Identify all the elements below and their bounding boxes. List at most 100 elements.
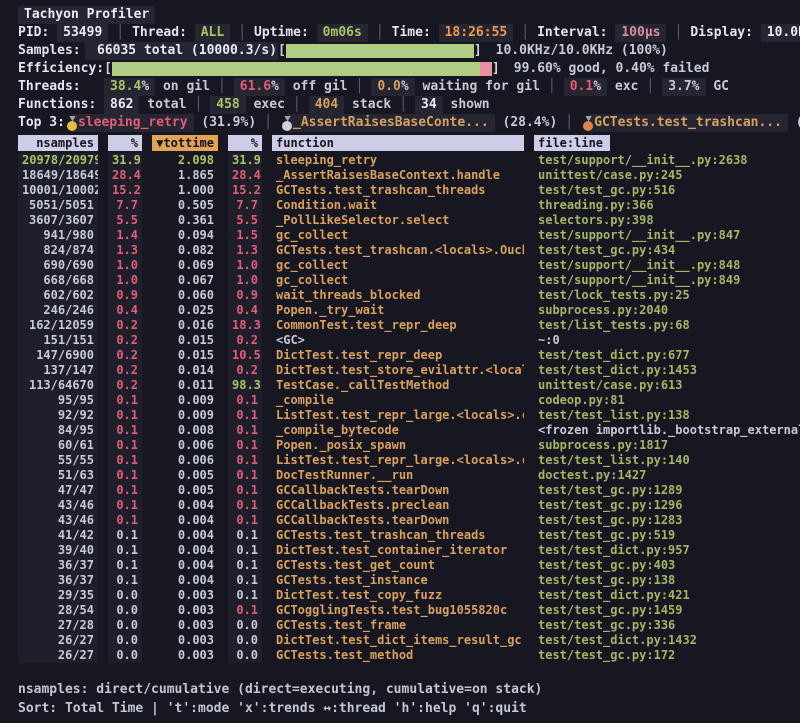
file-line-cell: subprocess.py:2040 — [534, 303, 800, 318]
tottime-cell: 0.003 — [152, 603, 218, 618]
display-value: 10.0Hz — [761, 24, 800, 42]
file-line-cell: unittest/case.py:245 — [534, 168, 800, 183]
divider: │ — [194, 96, 202, 114]
function-cell: Popen._try_wait — [272, 303, 524, 318]
pid-label: PID: — [18, 24, 49, 42]
cumulative-percent-cell: 1.0 — [228, 273, 262, 288]
file-line-cell: test/support/__init__.py:847 — [534, 228, 800, 243]
cumulative-percent-cell: 1.0 — [228, 258, 262, 273]
divider: │ — [548, 78, 556, 96]
file-line-cell: test/test_gc.py:1296 — [534, 498, 800, 513]
functions-exec-text: exec — [246, 96, 285, 114]
nsamples-cell: 113/64670 — [18, 378, 98, 393]
display-label: Display: — [690, 24, 753, 42]
nsamples-cell: 162/12059 — [18, 318, 98, 333]
nsamples-cell: 602/602 — [18, 288, 98, 303]
file-line-cell: codeop.py:81 — [534, 393, 800, 408]
nsamples-cell: 55/55 — [18, 453, 98, 468]
direct-percent-cell: 0.1 — [108, 453, 142, 468]
direct-percent-cell: 0.1 — [108, 438, 142, 453]
nsamples-cell: 5051/5051 — [18, 198, 98, 213]
off-gil-text: off gil — [285, 78, 348, 96]
table-row: 941/980 1.4 0.094 1.5 gc_collect test/su… — [18, 228, 800, 243]
tottime-cell: 0.004 — [152, 543, 218, 558]
tachyon-profiler-terminal[interactable]: Tachyon Profiler PID: 53499 │ Thread: AL… — [0, 0, 800, 723]
samples-value: 66035 total (10000.3/s) — [85, 42, 278, 60]
cumulative-percent-cell: 0.1 — [228, 603, 262, 618]
file-line-cell: test/support/__init__.py:848 — [534, 258, 800, 273]
exc-text: exc — [607, 78, 638, 96]
cumulative-percent-cell: 0.1 — [228, 468, 262, 483]
function-cell: TestCase._callTestMethod — [272, 378, 524, 393]
nsamples-cell: 246/246 — [18, 303, 98, 318]
function-cell: _compile_bytecode — [272, 423, 524, 438]
table-row: 602/602 0.9 0.060 0.9 wait_threads_block… — [18, 288, 800, 303]
function-cell: GCTogglingTests.test_bug1055820c — [272, 603, 524, 618]
table-row: 51/63 0.1 0.005 0.1 DocTestRunner.__run … — [18, 468, 800, 483]
direct-percent-cell: 0.0 — [108, 588, 142, 603]
table-row: 29/35 0.0 0.003 0.1 DictTest.test_copy_f… — [18, 588, 800, 603]
gc-text: GC — [706, 78, 729, 96]
cumulative-percent-cell: 0.9 — [228, 288, 262, 303]
functions-line: Functions: 862 total │ 458 exec │ 404 st… — [18, 96, 800, 114]
nsamples-cell: 147/6900 — [18, 348, 98, 363]
direct-percent-cell: 0.1 — [108, 513, 142, 528]
direct-percent-cell: 0.2 — [108, 378, 142, 393]
tottime-cell: 0.004 — [152, 528, 218, 543]
functions-exec-value: 458 — [210, 96, 245, 114]
functions-stack-text: stack — [344, 96, 391, 114]
divider: │ — [674, 24, 682, 42]
threads-line: Threads: 38.4% on gil │ 61.6% off gil │ … — [18, 78, 800, 96]
nsamples-cell: 47/47 — [18, 483, 98, 498]
file-line-cell: threading.py:366 — [534, 198, 800, 213]
direct-percent-cell: 0.1 — [108, 393, 142, 408]
tottime-cell: 0.005 — [152, 468, 218, 483]
tottime-cell: 0.025 — [152, 303, 218, 318]
function-cell: GCTests.test_get_count — [272, 558, 524, 573]
function-cell: GCTests.test_trashcan_threads — [272, 183, 524, 198]
tottime-cell: 0.006 — [152, 438, 218, 453]
efficiency-bar-open-bracket: [ — [104, 60, 112, 78]
file-line-cell: test/support/__init__.py:849 — [534, 273, 800, 288]
top1-function: sleeping_retry — [72, 114, 194, 132]
function-cell: ListTest.test_repr_large.<locals>.check — [272, 453, 524, 468]
function-cell: GCCallbackTests.tearDown — [272, 483, 524, 498]
table-row: 151/151 0.2 0.015 0.2 <GC> ~:0 — [18, 333, 800, 348]
cumulative-percent-cell: 0.4 — [228, 303, 262, 318]
tottime-cell: 0.006 — [152, 453, 218, 468]
table-row: 690/690 1.0 0.069 1.0 gc_collect test/su… — [18, 258, 800, 273]
table-row: 36/37 0.1 0.004 0.1 GCTests.test_instanc… — [18, 573, 800, 588]
direct-percent-cell: 1.0 — [108, 258, 142, 273]
table-header: nsamples % ▼tottime % function file:line — [18, 134, 800, 152]
direct-percent-cell: 0.1 — [108, 498, 142, 513]
thread-value: ALL — [195, 24, 230, 42]
top1-percent: (31.9%) — [201, 114, 256, 132]
column-header-nsamples: nsamples — [18, 135, 98, 151]
table-row: 95/95 0.1 0.009 0.1 _compile codeop.py:8… — [18, 393, 800, 408]
direct-percent-cell: 0.1 — [108, 543, 142, 558]
divider: │ — [399, 96, 407, 114]
cumulative-percent-cell: 0.1 — [228, 408, 262, 423]
functions-shown-text: shown — [443, 96, 490, 114]
samples-rate-bar — [286, 44, 474, 58]
interval-label: Interval: — [537, 24, 607, 42]
cumulative-percent-cell: 0.1 — [228, 513, 262, 528]
interval-value: 100µs — [615, 24, 666, 42]
direct-percent-cell: 28.4 — [108, 168, 142, 183]
table-row: 47/47 0.1 0.005 0.1 GCCallbackTests.tear… — [18, 483, 800, 498]
waiting-gil-stat: 0.0% — [371, 78, 414, 96]
function-cell: Condition.wait — [272, 198, 524, 213]
top3-line: Top 3: sleeping_retry (31.9%) │ _AssertR… — [18, 114, 800, 132]
function-cell: gc_collect — [272, 228, 524, 243]
function-cell: _AssertRaisesBaseContext.handle — [272, 168, 524, 183]
function-cell: DictTest.test_copy_fuzz — [272, 588, 524, 603]
table-row: 113/64670 0.2 0.011 98.3 TestCase._callT… — [18, 378, 800, 393]
function-cell: Popen._posix_spawn — [272, 438, 524, 453]
table-row: 55/55 0.1 0.006 0.1 ListTest.test_repr_l… — [18, 453, 800, 468]
functions-stack-value: 404 — [309, 96, 344, 114]
file-line-cell: test/test_dict.py:421 — [534, 588, 800, 603]
direct-percent-cell: 0.0 — [108, 633, 142, 648]
title-line: Tachyon Profiler — [18, 6, 800, 24]
function-cell: wait_threads_blocked — [272, 288, 524, 303]
file-line-cell: test/test_dict.py:957 — [534, 543, 800, 558]
